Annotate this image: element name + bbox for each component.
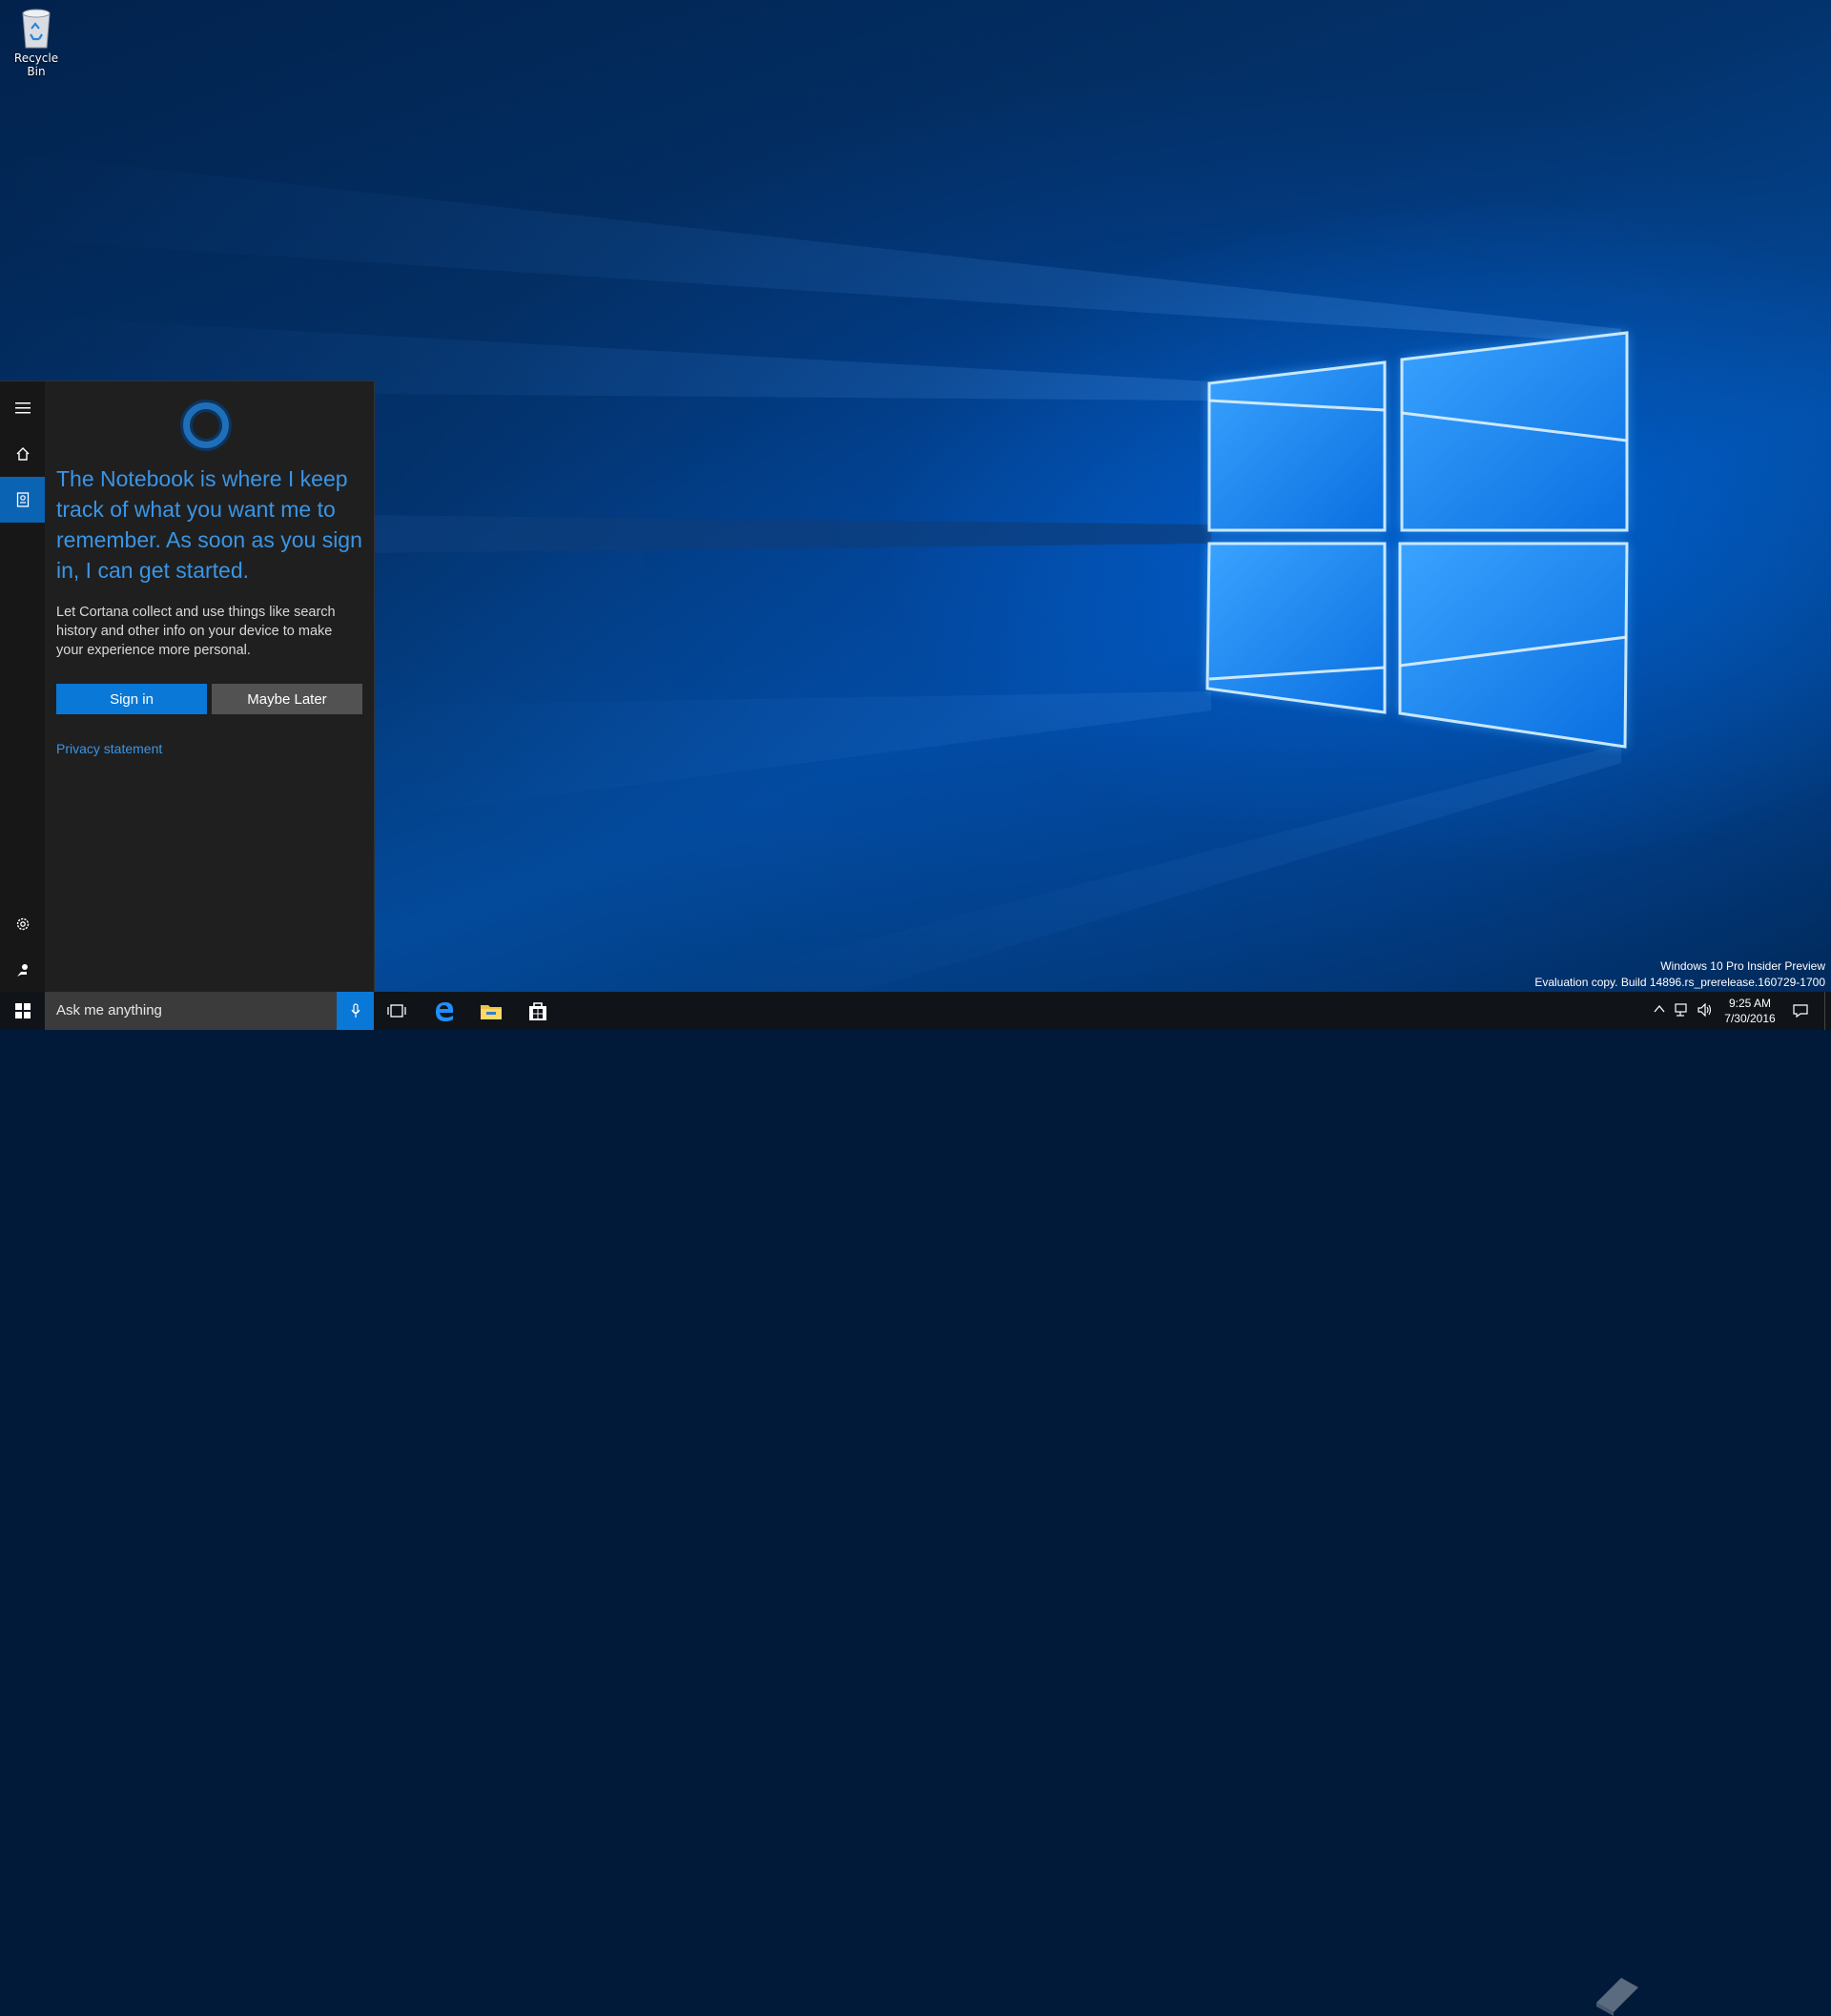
task-view-icon — [387, 1004, 406, 1018]
search-placeholder: Ask me anything — [56, 1002, 162, 1018]
hamburger-menu-button[interactable] — [0, 385, 45, 431]
book-logo-icon — [1596, 1978, 1638, 2016]
settings-button[interactable] — [0, 901, 45, 947]
cortana-content: The Notebook is where I keep track of wh… — [45, 381, 374, 993]
edge-icon — [436, 1002, 453, 1021]
hamburger-menu-icon — [14, 402, 31, 414]
windows-logo-wallpaper — [1205, 331, 1629, 749]
home-button[interactable] — [0, 431, 45, 477]
recycle-bin-shortcut[interactable]: Recycle Bin — [4, 6, 69, 78]
cortana-description: Let Cortana collect and use things like … — [56, 605, 336, 658]
taskbar: Ask me anything 9:25 AM 7/30/2016 — [0, 992, 1831, 2016]
privacy-statement-link[interactable]: Privacy statement — [56, 741, 162, 756]
recycle-bin-icon — [22, 9, 51, 49]
feedback-button[interactable] — [0, 947, 45, 993]
network-icon[interactable] — [1675, 1003, 1690, 1017]
home-icon — [16, 447, 29, 461]
recycle-bin-label: Recycle Bin — [13, 51, 59, 78]
cortana-ring-icon — [183, 402, 229, 448]
file-explorer-button[interactable] — [469, 992, 513, 1030]
store-button[interactable] — [515, 992, 561, 1030]
windows-start-icon — [14, 1003, 31, 1018]
start-button[interactable] — [0, 992, 45, 1030]
notebook-button[interactable] — [0, 477, 45, 523]
task-view-button[interactable] — [377, 992, 417, 1030]
clock-time: 9:25 AM — [1728, 997, 1772, 1010]
maybe-later-button[interactable]: Maybe Later — [212, 684, 362, 714]
file-explorer-icon — [481, 1005, 502, 1019]
watermark-build: Evaluation copy. Build 14896.rs_prerelea… — [1534, 976, 1825, 989]
search-box[interactable]: Ask me anything — [45, 992, 337, 1030]
cortana-panel: The Notebook is where I keep track of wh… — [0, 381, 375, 993]
cortana-headline: The Notebook is where I keep track of wh… — [56, 466, 362, 583]
microphone-button[interactable] — [337, 992, 374, 1030]
cortana-nav-rail — [0, 381, 45, 993]
volume-icon[interactable] — [1697, 1003, 1713, 1017]
feedback-icon — [16, 964, 28, 977]
settings-icon — [16, 917, 29, 931]
store-icon — [529, 1002, 546, 1020]
sign-in-button[interactable]: Sign in — [56, 684, 207, 714]
watermark-edition: Windows 10 Pro Insider Preview — [1660, 959, 1825, 973]
build-watermark: Windows 10 Pro Insider Preview Evaluatio… — [1534, 958, 1825, 991]
microphone-icon — [350, 1003, 360, 1018]
notebook-icon — [16, 492, 29, 507]
clock-date: 7/30/2016 — [1724, 1012, 1776, 1025]
action-center-icon[interactable] — [1793, 1003, 1808, 1018]
clock[interactable]: 9:25 AM 7/30/2016 — [1712, 996, 1788, 1026]
edge-button[interactable] — [423, 992, 465, 1030]
chevron-up-icon[interactable] — [1654, 1003, 1665, 1015]
show-desktop-button[interactable] — [1824, 992, 1831, 1030]
